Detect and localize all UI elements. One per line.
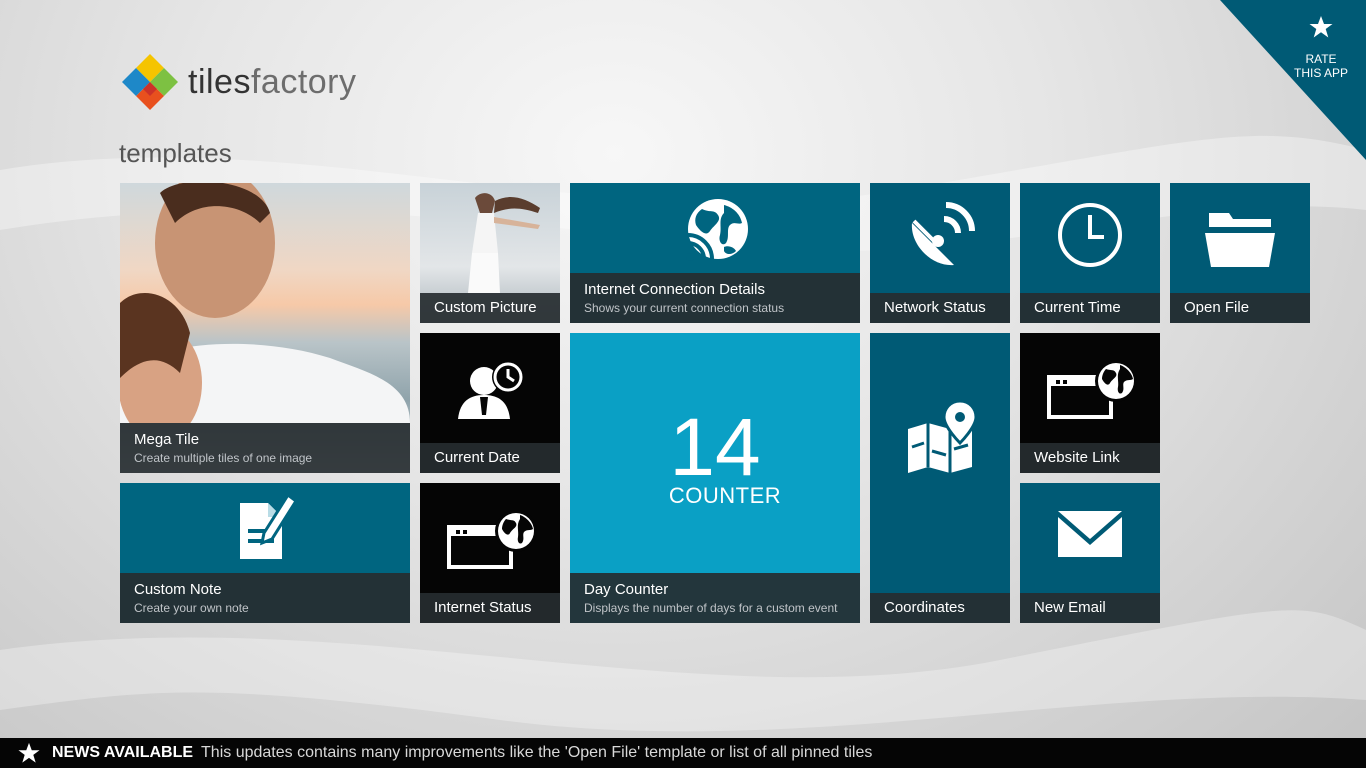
rate-label-line1: RATE <box>1305 52 1337 66</box>
tile-internet-connection-details[interactable]: Internet Connection Details Shows your c… <box>570 183 860 323</box>
tile-internet-status[interactable]: Internet Status <box>420 483 560 623</box>
app-title: tilesfactory <box>188 63 357 102</box>
news-title: NEWS AVAILABLE <box>52 744 194 761</box>
note-edit-icon <box>240 492 298 559</box>
logo-text-part1: tiles <box>188 62 251 101</box>
rate-label-line2: THIS APP <box>1293 66 1349 80</box>
folder-icon <box>1205 213 1275 267</box>
tile-current-time[interactable]: Current Time <box>1020 183 1160 323</box>
day-counter-value: 14 <box>669 402 761 493</box>
open-file-label-bar: Open File <box>1170 293 1310 323</box>
day-counter-subtitle: Displays the number of days for a custom… <box>584 600 838 615</box>
logo-text-part2: factory <box>250 62 357 101</box>
rate-app-button[interactable]: RATE THIS APP <box>1274 0 1366 92</box>
day-counter-title: Day Counter <box>584 580 669 598</box>
current-date-title: Current Date <box>434 449 520 466</box>
current-date-label-bar: Current Date <box>420 443 560 473</box>
app-logo: tilesfactory <box>120 52 357 112</box>
internet-connection-title: Internet Connection Details <box>584 280 765 298</box>
tile-mega-tile[interactable]: Mega Tile Create multiple tiles of one i… <box>120 183 410 473</box>
network-status-label-bar: Network Status <box>870 293 1010 323</box>
coordinates-title: Coordinates <box>884 599 965 616</box>
internet-connection-subtitle: Shows your current connection status <box>584 300 785 315</box>
mega-tile-subtitle: Create multiple tiles of one image <box>134 450 313 465</box>
internet-connection-label-bar: Internet Connection Details Shows your c… <box>570 273 860 323</box>
new-email-title: New Email <box>1034 599 1106 616</box>
tile-network-status[interactable]: Network Status <box>870 183 1010 323</box>
day-counter-label-bar: Day Counter Displays the number of days … <box>570 573 860 623</box>
star-icon <box>18 742 40 763</box>
tile-custom-picture[interactable]: Custom Picture <box>420 183 560 323</box>
new-email-label-bar: New Email <box>1020 593 1160 623</box>
open-file-title: Open File <box>1184 299 1250 316</box>
satellite-dish-icon <box>911 202 975 266</box>
custom-note-subtitle: Create your own note <box>134 600 249 615</box>
network-status-title: Network Status <box>884 299 986 316</box>
globe-wifi-icon <box>686 199 748 261</box>
envelope-icon <box>1058 511 1122 557</box>
mega-tile-title: Mega Tile <box>134 430 200 448</box>
tilesfactory-logo-icon <box>122 54 178 110</box>
website-link-label-bar: Website Link <box>1020 443 1160 473</box>
map-pin-icon <box>908 399 976 473</box>
tile-website-link[interactable]: Website Link <box>1020 333 1160 473</box>
tile-coordinates[interactable]: Coordinates <box>870 333 1010 623</box>
day-counter-label: COUNTER <box>668 483 782 508</box>
star-icon <box>1309 16 1333 38</box>
rate-app-label: RATE THIS APP <box>1276 52 1366 80</box>
current-time-title: Current Time <box>1034 299 1121 316</box>
woman-beach-photo-image <box>468 193 540 293</box>
tile-open-file[interactable]: Open File <box>1170 183 1310 323</box>
browser-globe-icon <box>1047 360 1137 419</box>
custom-picture-title: Custom Picture <box>434 299 537 316</box>
person-clock-icon <box>458 361 524 419</box>
section-title: templates <box>119 138 232 168</box>
custom-note-label-bar: Custom Note Create your own note <box>120 573 410 623</box>
tile-current-date[interactable]: Current Date <box>420 333 560 473</box>
internet-status-label-bar: Internet Status <box>420 593 560 623</box>
browser-globe-icon <box>447 510 537 569</box>
tile-new-email[interactable]: New Email <box>1020 483 1160 623</box>
custom-picture-label-bar: Custom Picture <box>420 293 560 323</box>
custom-note-title: Custom Note <box>134 580 222 598</box>
news-bar[interactable]: NEWS AVAILABLE This updates contains man… <box>0 738 1366 768</box>
internet-status-title: Internet Status <box>434 599 532 616</box>
website-link-title: Website Link <box>1034 449 1120 466</box>
mega-tile-label-bar: Mega Tile Create multiple tiles of one i… <box>120 423 410 473</box>
coordinates-label-bar: Coordinates <box>870 593 1010 623</box>
clock-icon <box>1058 203 1122 267</box>
couple-photo-image <box>120 183 410 423</box>
tile-custom-note[interactable]: Custom Note Create your own note <box>120 483 410 623</box>
current-time-label-bar: Current Time <box>1020 293 1160 323</box>
tile-day-counter[interactable]: 14 COUNTER Day Counter Displays the numb… <box>570 333 860 623</box>
news-message: This updates contains many improvements … <box>201 744 873 761</box>
